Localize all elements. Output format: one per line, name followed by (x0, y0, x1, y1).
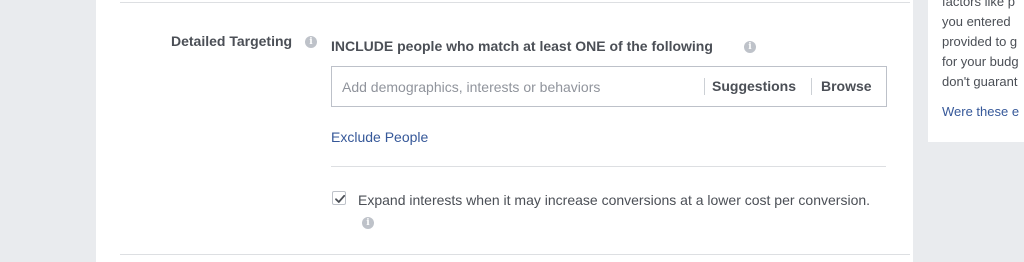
divider (331, 166, 886, 167)
info-icon[interactable]: i (305, 36, 317, 48)
checkmark-icon (335, 194, 346, 203)
side-panel-link[interactable]: Were these e (942, 104, 1019, 119)
suggestions-button[interactable]: Suggestions (712, 78, 796, 94)
targeting-search-input[interactable] (332, 67, 702, 106)
side-panel-text: you entered (942, 14, 1011, 29)
side-panel-text: don't guarant (942, 74, 1018, 89)
detailed-targeting-label: Detailed Targeting (171, 33, 293, 49)
divider (120, 2, 910, 3)
expand-interests-text: Expand interests when it may increase co… (358, 189, 878, 233)
expand-interests-label: Expand interests when it may increase co… (358, 192, 871, 208)
targeting-card: Detailed Targeting i INCLUDE people who … (96, 0, 913, 262)
targeting-search-box: Suggestions Browse (331, 66, 887, 107)
separator (811, 78, 812, 95)
expand-interests-checkbox[interactable] (332, 191, 346, 205)
separator (704, 78, 705, 95)
side-panel-text: for your budg (942, 54, 1019, 69)
side-panel-text: factors like p (942, 0, 1015, 9)
side-panel-text: provided to g (942, 34, 1018, 49)
info-icon[interactable]: i (362, 217, 374, 230)
exclude-people-link[interactable]: Exclude People (331, 129, 428, 145)
browse-button[interactable]: Browse (821, 78, 872, 94)
divider (120, 254, 910, 255)
side-panel: factors like p you entered provided to g… (928, 0, 1024, 142)
info-icon[interactable]: i (744, 41, 756, 53)
include-instructions: INCLUDE people who match at least ONE of… (331, 38, 713, 54)
